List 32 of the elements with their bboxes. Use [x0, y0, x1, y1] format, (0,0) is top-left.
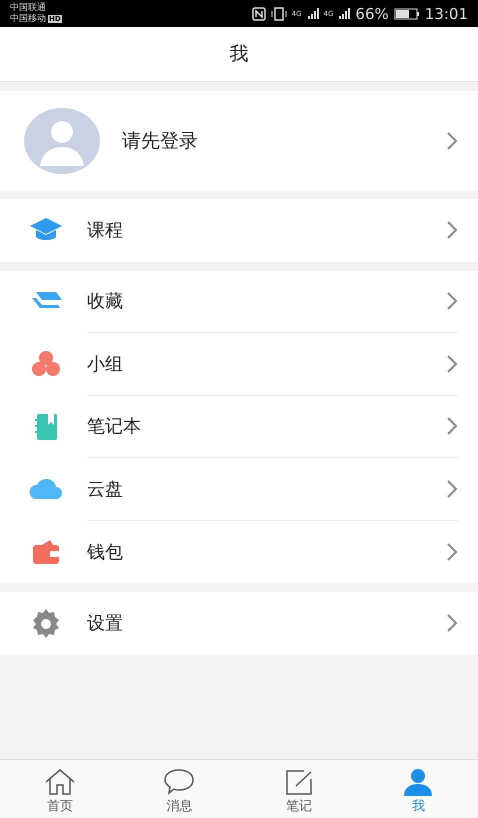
menu-row[interactable]: 小组 — [0, 333, 478, 396]
chevron-icon — [446, 416, 458, 436]
battery-level: 66% — [355, 4, 389, 22]
login-row[interactable]: 请先登录 — [0, 91, 478, 191]
carrier-name: 中国移动 — [10, 14, 46, 24]
signal-icon — [306, 8, 319, 20]
tab[interactable]: 笔记 — [239, 760, 358, 818]
chevron-icon — [446, 478, 458, 499]
chevron-icon — [446, 542, 458, 562]
battery-icon — [394, 8, 420, 20]
chevron-icon — [446, 131, 458, 151]
chat-bubble-icon — [162, 767, 196, 797]
tab[interactable]: 首页 — [0, 760, 120, 818]
chevron-icon — [446, 291, 458, 312]
vibrate-icon — [270, 6, 287, 20]
menu-row[interactable]: 云盘 — [0, 458, 478, 520]
chevron-icon — [446, 220, 458, 240]
chevron-icon — [446, 354, 458, 374]
carrier-name: 中国联通 — [10, 2, 46, 14]
page-title: 我 — [230, 42, 248, 67]
signal-icon — [338, 8, 350, 20]
nfc-icon — [252, 6, 266, 20]
menu-row[interactable]: 收藏 — [0, 270, 478, 333]
tab[interactable]: 消息 — [120, 760, 239, 818]
menu-row[interactable]: 钱包 — [0, 520, 478, 583]
chevron-icon — [446, 613, 458, 634]
clock: 13:01 — [424, 4, 468, 22]
home-icon — [42, 767, 77, 797]
menu-row[interactable]: 设置 — [0, 592, 478, 654]
menu-row[interactable]: 课程 — [0, 199, 478, 262]
menu-row[interactable]: 笔记本 — [0, 396, 478, 458]
avatar-icon — [24, 108, 100, 174]
